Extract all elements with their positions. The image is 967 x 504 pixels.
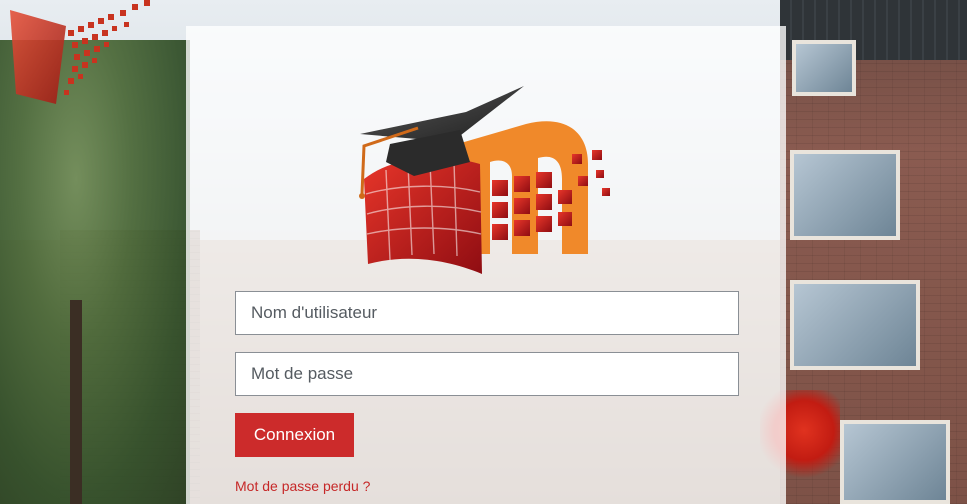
background-window xyxy=(790,280,920,370)
background-window xyxy=(790,150,900,240)
pixel-cluster-logo xyxy=(10,0,150,104)
password-input[interactable] xyxy=(235,352,739,396)
background-window xyxy=(792,40,856,96)
moodle-graduation-cap-logo xyxy=(359,86,610,274)
username-input[interactable] xyxy=(235,291,739,335)
background-tree xyxy=(0,40,190,504)
background-window xyxy=(840,420,950,504)
background-tree-trunk xyxy=(70,300,82,504)
login-button[interactable]: Connexion xyxy=(235,413,354,457)
forgot-password-link[interactable]: Mot de passe perdu ? xyxy=(235,478,370,494)
